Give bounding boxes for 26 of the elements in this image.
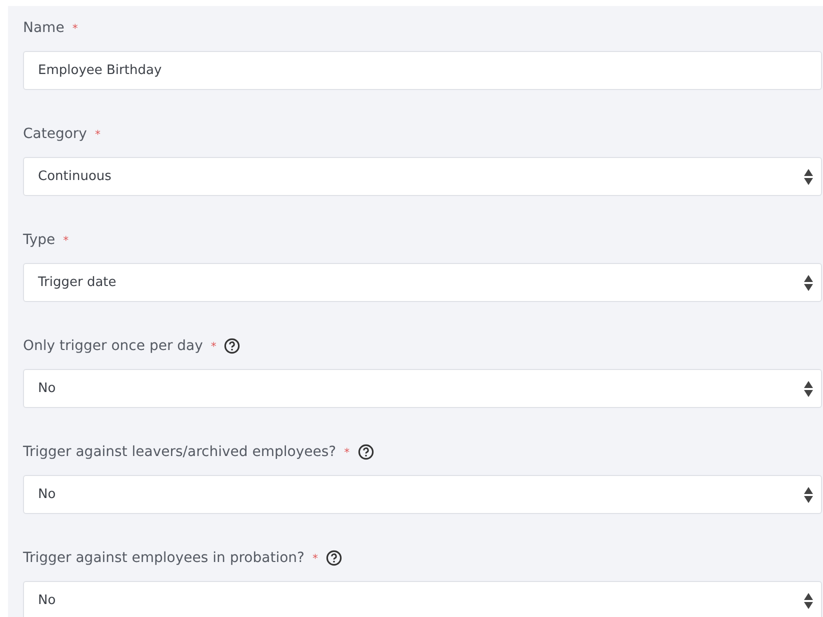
field-label: Trigger against leavers/archived employees? [23,444,336,460]
field-label: Type [23,232,56,248]
help-icon[interactable] [358,444,374,460]
sort-caret-icon [804,274,813,290]
sort-caret-icon [804,168,813,184]
sort-caret-icon [804,486,813,502]
field-label: Name [23,20,64,36]
help-icon[interactable] [224,338,240,354]
select-field[interactable]: No [23,475,822,514]
select-field[interactable]: No [23,369,822,408]
field-label: Trigger against employees in probation? [23,550,304,566]
field-label: Only trigger once per day [23,338,203,354]
select-field[interactable]: Continuous [23,157,822,196]
required-mark: * [312,552,318,564]
required-mark: * [344,446,350,458]
required-mark: * [63,234,69,246]
sort-caret-icon [804,380,813,396]
input-field[interactable]: Employee Birthday [23,51,822,90]
select-field[interactable]: Trigger date [23,263,822,302]
required-mark: * [210,340,216,352]
sort-caret-icon [804,592,813,608]
select-field[interactable]: No [23,581,822,617]
field-label: Category [23,126,87,142]
required-mark: * [94,128,100,140]
help-icon[interactable] [326,550,342,566]
required-mark: * [72,22,78,34]
